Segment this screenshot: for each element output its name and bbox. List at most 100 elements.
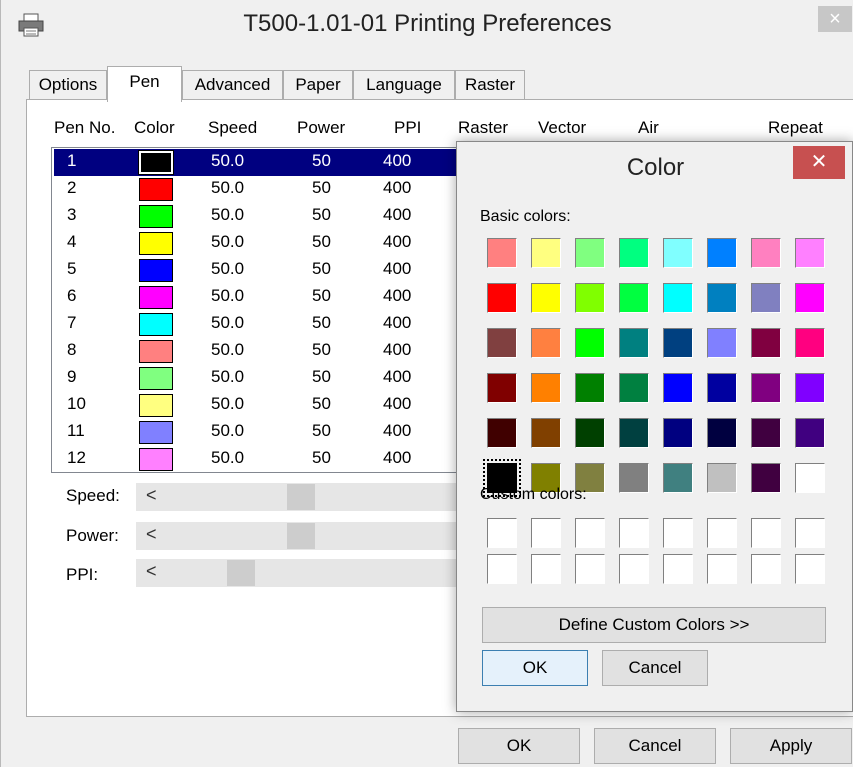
slider-left-arrow-icon[interactable]: < <box>146 561 157 582</box>
pen-color-swatch[interactable] <box>139 394 173 417</box>
custom-color-swatch[interactable] <box>487 554 517 584</box>
tab-raster[interactable]: Raster <box>455 70 525 100</box>
basic-color-swatch[interactable] <box>751 238 781 268</box>
pen-row[interactable]: 6 50.0 50 400 <box>54 284 470 311</box>
slider-left-arrow-icon[interactable]: < <box>146 524 157 545</box>
basic-color-swatch[interactable] <box>531 328 561 358</box>
pen-color-swatch[interactable] <box>139 286 173 309</box>
custom-color-swatch[interactable] <box>531 554 561 584</box>
basic-color-swatch[interactable] <box>795 373 825 403</box>
basic-color-swatch[interactable] <box>663 463 693 493</box>
pen-row[interactable]: 2 50.0 50 400 <box>54 176 470 203</box>
power-slider[interactable]: < <box>136 522 466 550</box>
pen-color-swatch[interactable] <box>139 367 173 390</box>
basic-color-swatch[interactable] <box>751 373 781 403</box>
basic-color-swatch[interactable] <box>619 328 649 358</box>
custom-color-swatch[interactable] <box>751 554 781 584</box>
basic-color-swatch[interactable] <box>487 373 517 403</box>
basic-color-swatch[interactable] <box>663 283 693 313</box>
basic-color-swatch[interactable] <box>531 373 561 403</box>
window-close-button[interactable]: × <box>818 6 852 32</box>
tab-paper[interactable]: Paper <box>283 70 353 100</box>
basic-color-swatch[interactable] <box>663 328 693 358</box>
basic-color-swatch[interactable] <box>619 463 649 493</box>
tab-options[interactable]: Options <box>29 70 107 100</box>
basic-color-swatch[interactable] <box>751 418 781 448</box>
pen-color-swatch[interactable] <box>139 178 173 201</box>
basic-color-swatch[interactable] <box>531 283 561 313</box>
basic-color-swatch[interactable] <box>575 283 605 313</box>
basic-color-swatch[interactable] <box>487 238 517 268</box>
custom-color-swatch[interactable] <box>751 518 781 548</box>
color-dialog-close-button[interactable]: ✕ <box>793 146 845 179</box>
basic-color-swatch[interactable] <box>795 463 825 493</box>
speed-slider[interactable]: < <box>136 483 466 511</box>
basic-color-swatch[interactable] <box>795 283 825 313</box>
basic-color-swatch[interactable] <box>707 328 737 358</box>
define-custom-colors-button[interactable]: Define Custom Colors >> <box>482 607 826 643</box>
pen-color-swatch[interactable] <box>139 259 173 282</box>
basic-color-swatch[interactable] <box>751 283 781 313</box>
basic-color-swatch[interactable] <box>487 283 517 313</box>
pen-row[interactable]: 4 50.0 50 400 <box>54 230 470 257</box>
custom-color-swatch[interactable] <box>575 518 605 548</box>
basic-color-swatch[interactable] <box>619 418 649 448</box>
basic-color-swatch[interactable] <box>487 328 517 358</box>
pen-row[interactable]: 12 50.0 50 400 <box>54 446 470 472</box>
cancel-button[interactable]: Cancel <box>594 728 716 764</box>
basic-color-swatch[interactable] <box>707 418 737 448</box>
power-slider-thumb[interactable] <box>287 523 315 549</box>
pen-row[interactable]: 11 50.0 50 400 <box>54 419 470 446</box>
ok-button[interactable]: OK <box>458 728 580 764</box>
pen-color-swatch[interactable] <box>139 340 173 363</box>
basic-color-swatch[interactable] <box>707 238 737 268</box>
pen-color-swatch[interactable] <box>139 313 173 336</box>
slider-left-arrow-icon[interactable]: < <box>146 485 157 506</box>
basic-color-swatch[interactable] <box>619 373 649 403</box>
color-ok-button[interactable]: OK <box>482 650 588 686</box>
custom-color-swatch[interactable] <box>575 554 605 584</box>
basic-color-swatch[interactable] <box>619 238 649 268</box>
pen-row[interactable]: 7 50.0 50 400 <box>54 311 470 338</box>
basic-color-swatch[interactable] <box>619 283 649 313</box>
tab-advanced[interactable]: Advanced <box>182 70 283 100</box>
basic-color-swatch[interactable] <box>663 418 693 448</box>
custom-color-swatch[interactable] <box>531 518 561 548</box>
basic-color-swatch[interactable] <box>663 373 693 403</box>
custom-color-swatch[interactable] <box>663 554 693 584</box>
custom-color-swatch[interactable] <box>487 518 517 548</box>
custom-color-swatch[interactable] <box>795 518 825 548</box>
pen-row[interactable]: 9 50.0 50 400 <box>54 365 470 392</box>
custom-color-swatch[interactable] <box>619 554 649 584</box>
apply-button[interactable]: Apply <box>730 728 852 764</box>
basic-color-swatch[interactable] <box>575 328 605 358</box>
basic-color-swatch[interactable] <box>531 418 561 448</box>
pen-row[interactable]: 10 50.0 50 400 <box>54 392 470 419</box>
basic-color-swatch[interactable] <box>663 238 693 268</box>
pen-color-swatch[interactable] <box>138 150 174 175</box>
color-cancel-button[interactable]: Cancel <box>602 650 708 686</box>
ppi-slider[interactable]: < <box>136 559 466 587</box>
basic-color-swatch[interactable] <box>795 418 825 448</box>
custom-color-swatch[interactable] <box>707 518 737 548</box>
tab-pen[interactable]: Pen <box>107 66 182 102</box>
basic-color-swatch[interactable] <box>795 328 825 358</box>
basic-color-swatch[interactable] <box>707 463 737 493</box>
pen-row[interactable]: 8 50.0 50 400 <box>54 338 470 365</box>
pen-row[interactable]: 1 50.0 50 400 <box>54 149 470 176</box>
basic-color-swatch[interactable] <box>531 238 561 268</box>
basic-color-swatch[interactable] <box>575 373 605 403</box>
custom-color-swatch[interactable] <box>707 554 737 584</box>
pen-color-swatch[interactable] <box>139 232 173 255</box>
pen-row[interactable]: 5 50.0 50 400 <box>54 257 470 284</box>
basic-color-swatch[interactable] <box>751 463 781 493</box>
basic-color-swatch[interactable] <box>707 373 737 403</box>
basic-color-swatch[interactable] <box>795 238 825 268</box>
pen-color-swatch[interactable] <box>139 421 173 444</box>
pen-color-swatch[interactable] <box>139 448 173 471</box>
basic-color-swatch[interactable] <box>707 283 737 313</box>
basic-color-swatch[interactable] <box>575 238 605 268</box>
ppi-slider-thumb[interactable] <box>227 560 255 586</box>
basic-color-swatch[interactable] <box>487 418 517 448</box>
custom-color-swatch[interactable] <box>663 518 693 548</box>
